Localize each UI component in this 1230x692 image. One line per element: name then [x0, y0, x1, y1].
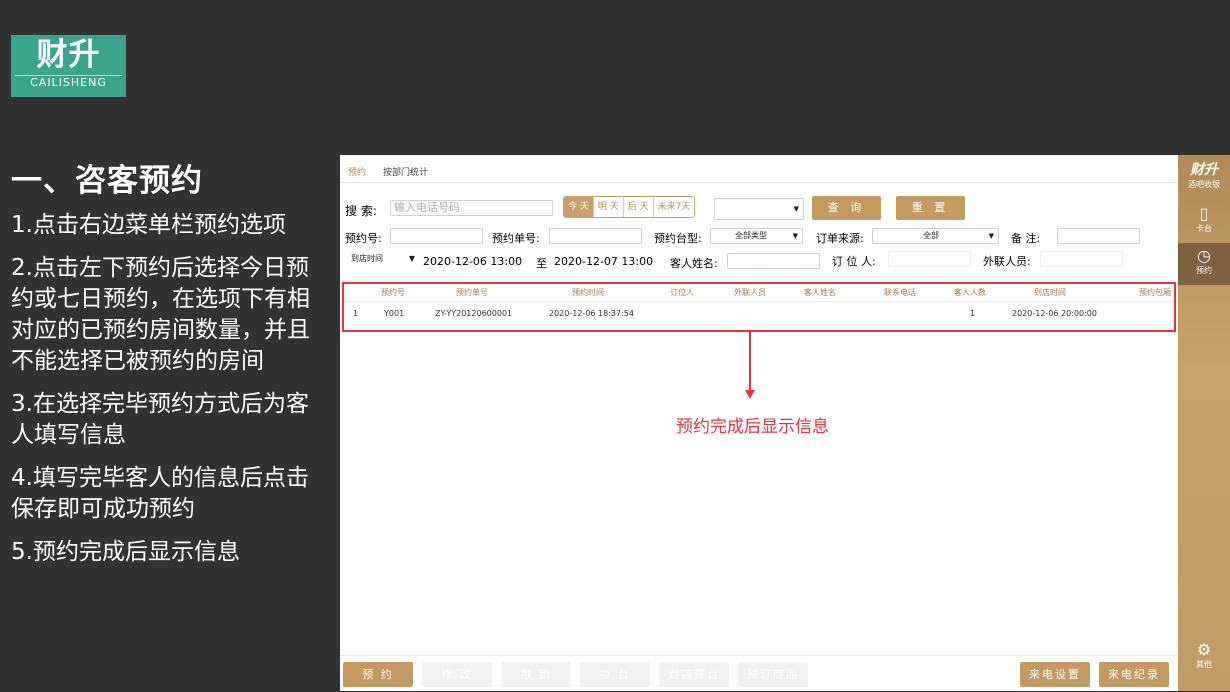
- call-records-button[interactable]: 来电纪录: [1099, 662, 1169, 687]
- annotation-text: 预约完成后显示信息: [676, 417, 829, 437]
- step-4: 4.填写完毕客人的信息后点击保存即可成功预约: [11, 465, 309, 522]
- logo: 财升 CAILISHENG: [11, 35, 126, 97]
- external-label: 外联人员:: [983, 255, 1031, 268]
- chevron-down-icon: ▼: [408, 254, 415, 263]
- sidebar-item-reserve[interactable]: ◷ 预约: [1178, 243, 1230, 285]
- chevron-down-icon: ▼: [793, 205, 799, 213]
- cell-order: ZY-YY20120600001: [435, 309, 513, 318]
- cancel-button[interactable]: 撤 销: [501, 662, 571, 687]
- cell-time: 2020-12-06 18:37:54: [549, 309, 634, 318]
- range-tomorrow[interactable]: 明 天: [592, 197, 623, 217]
- bottom-toolbar: 预 约 修 改 撤 销 换 台 到店开台 预订商品 来电设置 来电纪录: [340, 655, 1178, 691]
- cell-count: 1: [970, 309, 976, 318]
- tab-department-stats[interactable]: 按部门统计: [383, 165, 428, 178]
- sidebar-item-table[interactable]: ▯ 卡台: [1178, 203, 1230, 243]
- col-header: 到店时间: [1034, 288, 1066, 297]
- sidebar-item-other[interactable]: ⚙ 其他: [1178, 641, 1230, 670]
- order-no-label: 预约号:: [345, 232, 382, 245]
- col-header: 预约号: [381, 288, 405, 297]
- guest-name-label: 客人姓名:: [670, 257, 718, 270]
- date-range-selector: 今 天 明 天 后 天 未来7天: [563, 196, 696, 218]
- right-sidebar: 财升 酒吧收银 ▯ 卡台 ◷ 预约 ⚙ 其他: [1178, 155, 1230, 691]
- col-header: 订位人: [670, 288, 694, 297]
- order-single-label: 预约单号:: [492, 232, 540, 245]
- step-5: 5.预约完成后显示信息: [11, 539, 240, 565]
- chevron-down-icon: ▼: [988, 232, 994, 240]
- time-type-select[interactable]: 到店时间 ▼: [345, 252, 419, 270]
- search-input[interactable]: 输入电话号码: [390, 200, 553, 216]
- query-button[interactable]: 查 询: [812, 196, 881, 220]
- note-label: 备 注:: [1011, 232, 1041, 245]
- range-today[interactable]: 今 天: [564, 197, 593, 217]
- step-3: 3.在选择完毕预约方式后为客人填写信息: [11, 391, 309, 448]
- col-header: 联系电话: [884, 288, 916, 297]
- open-table-button[interactable]: 到店开台: [659, 662, 729, 687]
- source-select[interactable]: 全部 ▼: [872, 228, 999, 244]
- col-header: 预约包厢: [1139, 288, 1171, 297]
- filter-dropdown[interactable]: ▼: [714, 198, 804, 220]
- date-from[interactable]: 2020-12-06 13:00: [423, 255, 522, 268]
- table-type-select[interactable]: 全部类型 ▼: [710, 228, 803, 244]
- cell-no: Y001: [384, 309, 405, 318]
- source-label: 订单来源:: [816, 232, 864, 245]
- logo-main: 财升: [36, 37, 101, 73]
- note-input[interactable]: [1057, 228, 1140, 244]
- step-2: 2.点击左下预约后选择今日预约或七日预约，在选项下有相对应的已预约房间数量，并且…: [11, 255, 310, 374]
- table-type-label: 预约台型:: [654, 232, 702, 245]
- chevron-down-icon: ▼: [792, 232, 798, 240]
- col-header: 客人姓名: [804, 288, 836, 297]
- change-table-button[interactable]: 换 台: [580, 662, 650, 687]
- range-day-after[interactable]: 后 天: [622, 197, 653, 217]
- step-1: 1.点击右边菜单栏预约选项: [11, 212, 286, 238]
- to-label: 至: [536, 257, 547, 270]
- order-single-input[interactable]: [549, 228, 642, 244]
- reset-button[interactable]: 重 置: [896, 196, 965, 220]
- annotation-arrow-head: [745, 390, 755, 399]
- logo-sub: CAILISHENG: [15, 75, 122, 90]
- gear-icon: ⚙: [1196, 640, 1212, 659]
- booker-label: 订 位 人:: [832, 255, 876, 268]
- range-next-7[interactable]: 未来7天: [652, 197, 695, 217]
- table-card-icon: ▯: [1199, 204, 1209, 223]
- col-header: 外联人员: [734, 288, 766, 297]
- col-header: 客人人数: [954, 288, 986, 297]
- col-header: 预约时间: [572, 288, 604, 297]
- annotation-arrow-line: [749, 332, 751, 394]
- order-no-input[interactable]: [390, 228, 483, 244]
- clock-icon: ◷: [1197, 246, 1211, 265]
- cell-idx: 1: [353, 309, 359, 318]
- booker-input[interactable]: [888, 251, 971, 267]
- date-to[interactable]: 2020-12-07 13:00: [554, 255, 653, 268]
- table-divider: [344, 301, 1174, 302]
- call-settings-button[interactable]: 来电设置: [1020, 662, 1090, 687]
- reservation-table: 预约号 预约单号 预约时间 订位人 外联人员 客人姓名 联系电话 客人人数 到店…: [342, 282, 1176, 332]
- tab-reserve[interactable]: 预约: [348, 165, 366, 178]
- reserve-goods-button[interactable]: 预订商品: [738, 662, 808, 687]
- col-header: 预约单号: [456, 288, 488, 297]
- guest-name-input[interactable]: [727, 253, 820, 269]
- sidebar-brand: 财升 酒吧收银: [1188, 162, 1220, 189]
- edit-button[interactable]: 修 改: [422, 662, 492, 687]
- section-title: 一、咨客预约: [11, 163, 203, 199]
- cell-arrive: 2020-12-06 20:00:00: [1012, 309, 1097, 318]
- instructions-panel: 一、咨客预约 1.点击右边菜单栏预约选项 2.点击左下预约后选择今日预约或七日预…: [11, 155, 326, 580]
- reserve-button[interactable]: 预 约: [343, 662, 413, 687]
- search-label: 搜 索:: [345, 204, 377, 218]
- tab-bar: 预约 按部门统计: [340, 155, 1178, 183]
- external-input[interactable]: [1040, 251, 1123, 267]
